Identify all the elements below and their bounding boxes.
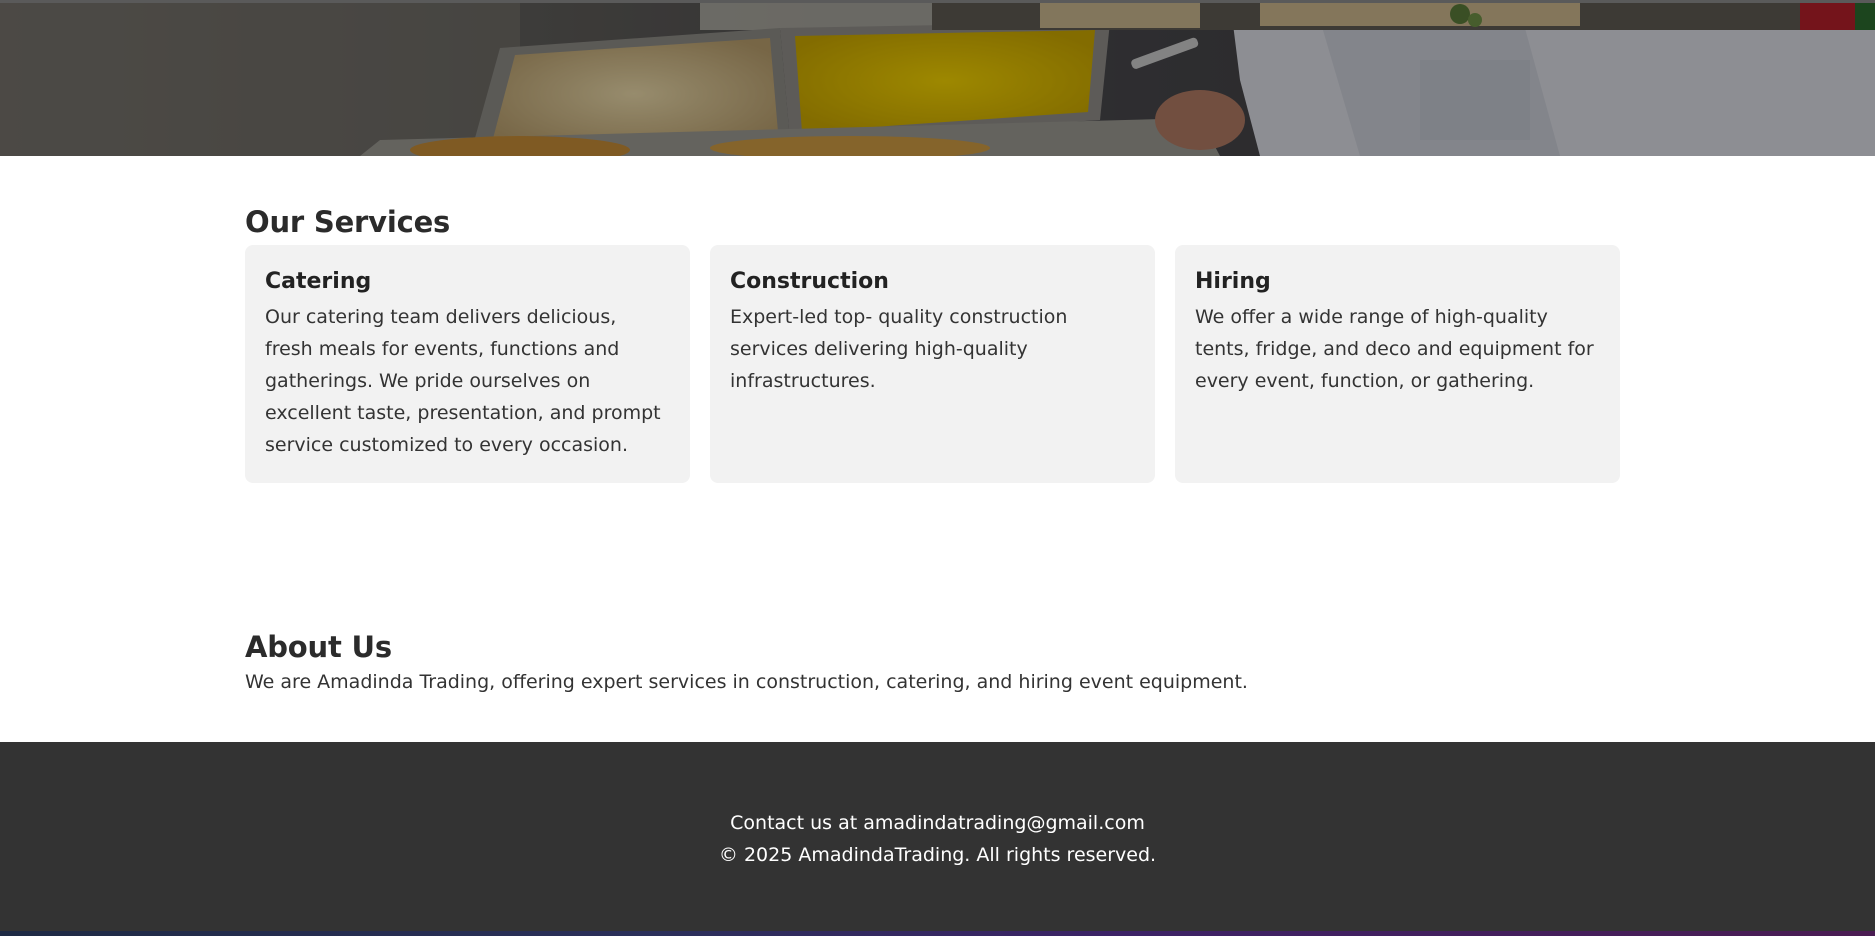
hero-banner-image (0, 0, 1875, 156)
site-footer: Contact us at amadindatrading@gmail.com … (0, 742, 1875, 936)
hero-dark-overlay (0, 0, 1875, 156)
service-card-title: Construction (730, 269, 889, 294)
service-card-title: Catering (265, 269, 372, 294)
footer-bottom-edge (0, 931, 1875, 936)
service-card-description: Expert-led top- quality construction ser… (730, 306, 1068, 392)
about-heading: About Us (245, 630, 392, 664)
service-card-hiring: Hiring We offer a wide range of high-qua… (1175, 245, 1620, 483)
footer-contact: Contact us at amadindatrading@gmail.com (730, 812, 1145, 834)
service-card-construction: Construction Expert-led top- quality con… (710, 245, 1155, 483)
footer-copyright: © 2025 AmadindaTrading. All rights reser… (718, 844, 1157, 866)
service-card-title: Hiring (1195, 269, 1271, 294)
services-cards: Catering Our catering team delivers deli… (245, 245, 1621, 483)
services-heading: Our Services (245, 205, 451, 239)
footer-content: Contact us at amadindatrading@gmail.com … (0, 807, 1875, 871)
service-card-catering: Catering Our catering team delivers deli… (245, 245, 690, 483)
service-card-description: We offer a wide range of high-quality te… (1195, 306, 1594, 392)
service-card-description: Our catering team delivers delicious, fr… (265, 306, 661, 456)
services-section: Our Services Catering Our catering team … (245, 202, 1621, 483)
about-section: About Us We are Amadinda Trading, offeri… (245, 627, 1621, 696)
hero-top-border (0, 0, 1875, 3)
about-description: We are Amadinda Trading, offering expert… (245, 671, 1248, 693)
